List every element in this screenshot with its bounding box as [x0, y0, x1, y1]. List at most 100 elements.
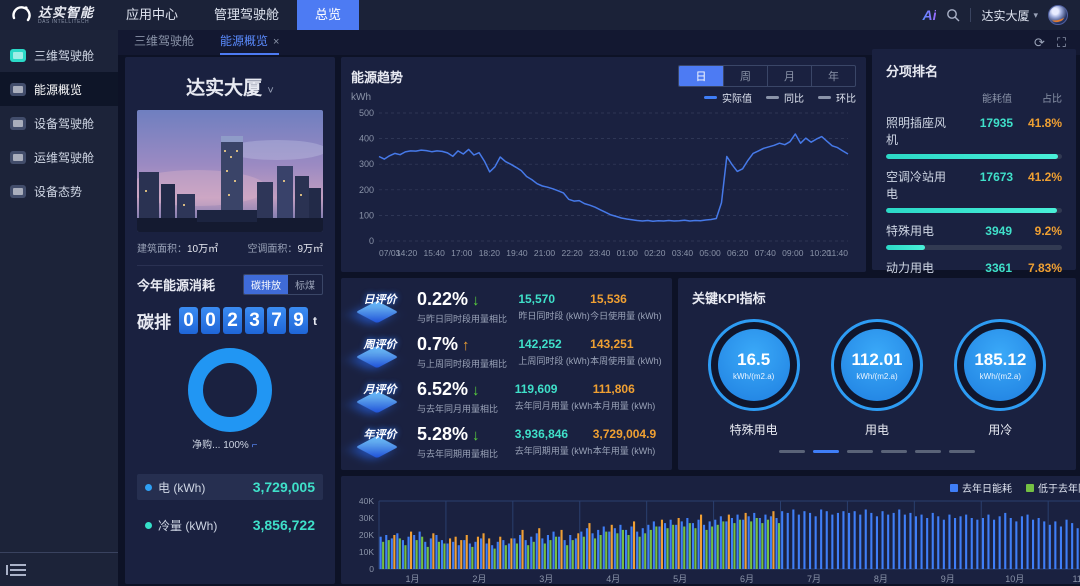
kpi-gauge: 16.5 kWh/(m2.a)	[708, 319, 800, 411]
area-value: 10万㎡	[187, 244, 218, 255]
legend-mom[interactable]: 环比	[818, 90, 856, 105]
donut-percent: 100%	[223, 440, 249, 451]
evaluation-badge-label: 月评价	[351, 381, 409, 397]
kpi-item-cooling[interactable]: 185.12 kWh/(m2.a) 用冷	[954, 319, 1046, 438]
eval-arrow: ↓	[472, 427, 480, 444]
tab-3d-cockpit[interactable]: 三维驾驶舱	[134, 30, 194, 55]
donut-label: 净购... 100% ⌐	[192, 436, 257, 451]
svg-text:2月: 2月	[472, 574, 486, 584]
kpi-page-dash[interactable]	[881, 450, 907, 453]
ai-assistant-button[interactable]: Ai	[922, 7, 936, 23]
eval-cur-value: 3,729,004.9	[593, 427, 662, 441]
search-icon[interactable]	[946, 8, 960, 22]
meter-row-electric[interactable]: 电 (kWh) 3,729,005	[137, 474, 323, 500]
ranking-row[interactable]: 照明插座风机 17935 41.8%	[886, 114, 1062, 159]
ranking-pct: 41.8%	[1013, 116, 1062, 130]
ranking-pct: 9.2%	[1012, 224, 1062, 238]
tab-energy-overview[interactable]: 能源概览×	[220, 30, 279, 55]
sidebar: 三维驾驶舱 能源概览 设备驾驶舱 运维驾驶舱 设备态势	[0, 30, 118, 586]
sidebar-item-device-status[interactable]: 设备态势	[0, 174, 118, 208]
sidebar-item-ops-cockpit[interactable]: 运维驾驶舱	[0, 140, 118, 174]
daily-energy-bar-chart: 010K20K30K40K1月2月3月4月5月6月7月8月9月10月11月12月	[349, 495, 1080, 586]
ranking-row[interactable]: 特殊用电 3949 9.2%	[886, 222, 1062, 250]
legend-swatch	[1026, 484, 1034, 492]
refresh-icon[interactable]: ⟳	[1034, 36, 1045, 49]
kpi-item-power[interactable]: 112.01 kWh/(m2.a) 用电	[831, 319, 923, 438]
counter-unit: t	[313, 314, 317, 328]
kpi-pagination	[692, 450, 1062, 453]
legend-swatch	[766, 96, 779, 99]
menu-item-management-cockpit[interactable]: 管理驾驶舱	[196, 0, 297, 30]
eval-cur-value: 15,536	[590, 292, 662, 306]
evaluation-row-month: 月评价 6.52%↓ 与去年同月用量相比 119,609去年同月用量 (kWh.…	[351, 374, 662, 419]
donut-ring[interactable]	[188, 348, 272, 432]
menu-item-overview[interactable]: 总览	[297, 0, 359, 30]
legend-swatch	[950, 484, 958, 492]
toggle-coal[interactable]: 标煤	[288, 275, 322, 294]
kpi-page-dash[interactable]	[949, 450, 975, 453]
sidebar-item-energy-overview[interactable]: 能源概览	[0, 72, 118, 106]
legend-lastyear[interactable]: 去年日能耗	[950, 480, 1012, 495]
kpi-page-dash[interactable]	[915, 450, 941, 453]
ranking-bar-fill	[886, 245, 925, 250]
legend-yoy[interactable]: 同比	[766, 90, 804, 105]
evaluation-badge-label: 日评价	[351, 291, 409, 307]
svg-text:07:40: 07:40	[755, 248, 777, 258]
sidebar-item-label: 运维驾驶舱	[34, 149, 94, 166]
series-dot	[145, 522, 152, 529]
avatar[interactable]	[1048, 5, 1068, 25]
eval-prev-value: 142,252	[518, 337, 590, 351]
svg-text:300: 300	[359, 159, 374, 169]
building-meta: 建筑面积：10万㎡ 空调面积：9万㎡	[137, 240, 323, 255]
kpi-item-special-power[interactable]: 16.5 kWh/(m2.a) 特殊用电	[708, 319, 800, 438]
main-menu: 应用中心 管理驾驶舱 总览	[108, 0, 359, 30]
toggle-carbon[interactable]: 碳排放	[244, 275, 288, 294]
svg-text:9月: 9月	[941, 574, 955, 584]
period-tab-week[interactable]: 周	[723, 66, 767, 86]
eval-desc: 与上周同时段用量相比	[417, 357, 518, 370]
svg-text:3月: 3月	[539, 574, 553, 584]
sidebar-item-device-cockpit[interactable]: 设备驾驶舱	[0, 106, 118, 140]
menu-item-app-center[interactable]: 应用中心	[108, 0, 196, 30]
kpi-gauge: 185.12 kWh/(m2.a)	[954, 319, 1046, 411]
legend-swatch	[704, 96, 717, 99]
tab-close-icon[interactable]: ×	[273, 36, 279, 48]
navbar-right: Ai 达实大厦 ▾	[922, 5, 1080, 25]
sidebar-item-3d-cockpit[interactable]: 三维驾驶舱	[0, 38, 118, 72]
kpi-page-dash[interactable]	[813, 450, 839, 453]
app-root: 达实智能 DAS INTELLITECH 应用中心 管理驾驶舱 总览 Ai 达实…	[0, 0, 1080, 586]
svg-text:03:40: 03:40	[672, 248, 694, 258]
brand-logo[interactable]: 达实智能 DAS INTELLITECH	[0, 4, 108, 26]
legend-actual[interactable]: 实际值	[704, 90, 752, 105]
svg-text:8月: 8月	[874, 574, 888, 584]
building-title[interactable]: 达实大厦 ˅	[137, 73, 323, 100]
kpi-unit: kWh/(m2.a)	[733, 372, 774, 381]
meter-label: 电 (kWh)	[158, 479, 205, 496]
period-tab-month[interactable]: 月	[767, 66, 811, 86]
legend-below-lastyear[interactable]: 低于去年同期	[1026, 480, 1080, 495]
period-tab-year[interactable]: 年	[811, 66, 855, 86]
ranking-row[interactable]: 空调冷站用电 17673 41.2%	[886, 168, 1062, 213]
period-tab-day[interactable]: 日	[679, 66, 723, 86]
meter-row-cooling[interactable]: 冷量 (kWh) 3,856,722	[137, 512, 323, 538]
eval-cur-value: 143,251	[590, 337, 662, 351]
evaluation-row-day: 日评价 0.22%↓ 与昨日同时段用量相比 15,570昨日同时段 (kWh) …	[351, 284, 662, 329]
svg-text:100: 100	[359, 210, 374, 220]
carbon-coal-toggle: 碳排放 标煤	[243, 274, 323, 295]
ranking-value: 3361	[954, 261, 1012, 275]
svg-text:14:20: 14:20	[396, 248, 418, 258]
svg-text:1月: 1月	[405, 574, 419, 584]
kpi-page-dash[interactable]	[847, 450, 873, 453]
brand-swoosh-icon	[10, 4, 32, 26]
collapse-sidebar-icon[interactable]	[10, 564, 26, 576]
fullscreen-icon[interactable]: ⛶	[1057, 36, 1066, 49]
kpi-panel: 关键KPI指标 16.5 kWh/(m2.a) 特殊用电 112.01	[678, 278, 1076, 470]
kpi-page-dash[interactable]	[779, 450, 805, 453]
counter-digit: 0	[201, 307, 220, 334]
meter-value: 3,856,722	[253, 517, 315, 533]
counter-digit: 2	[223, 307, 242, 334]
building-selector[interactable]: 达实大厦 ▾	[981, 7, 1038, 24]
svg-text:17:00: 17:00	[451, 248, 473, 258]
svg-text:06:20: 06:20	[727, 248, 749, 258]
ranking-pct: 41.2%	[1013, 170, 1062, 184]
